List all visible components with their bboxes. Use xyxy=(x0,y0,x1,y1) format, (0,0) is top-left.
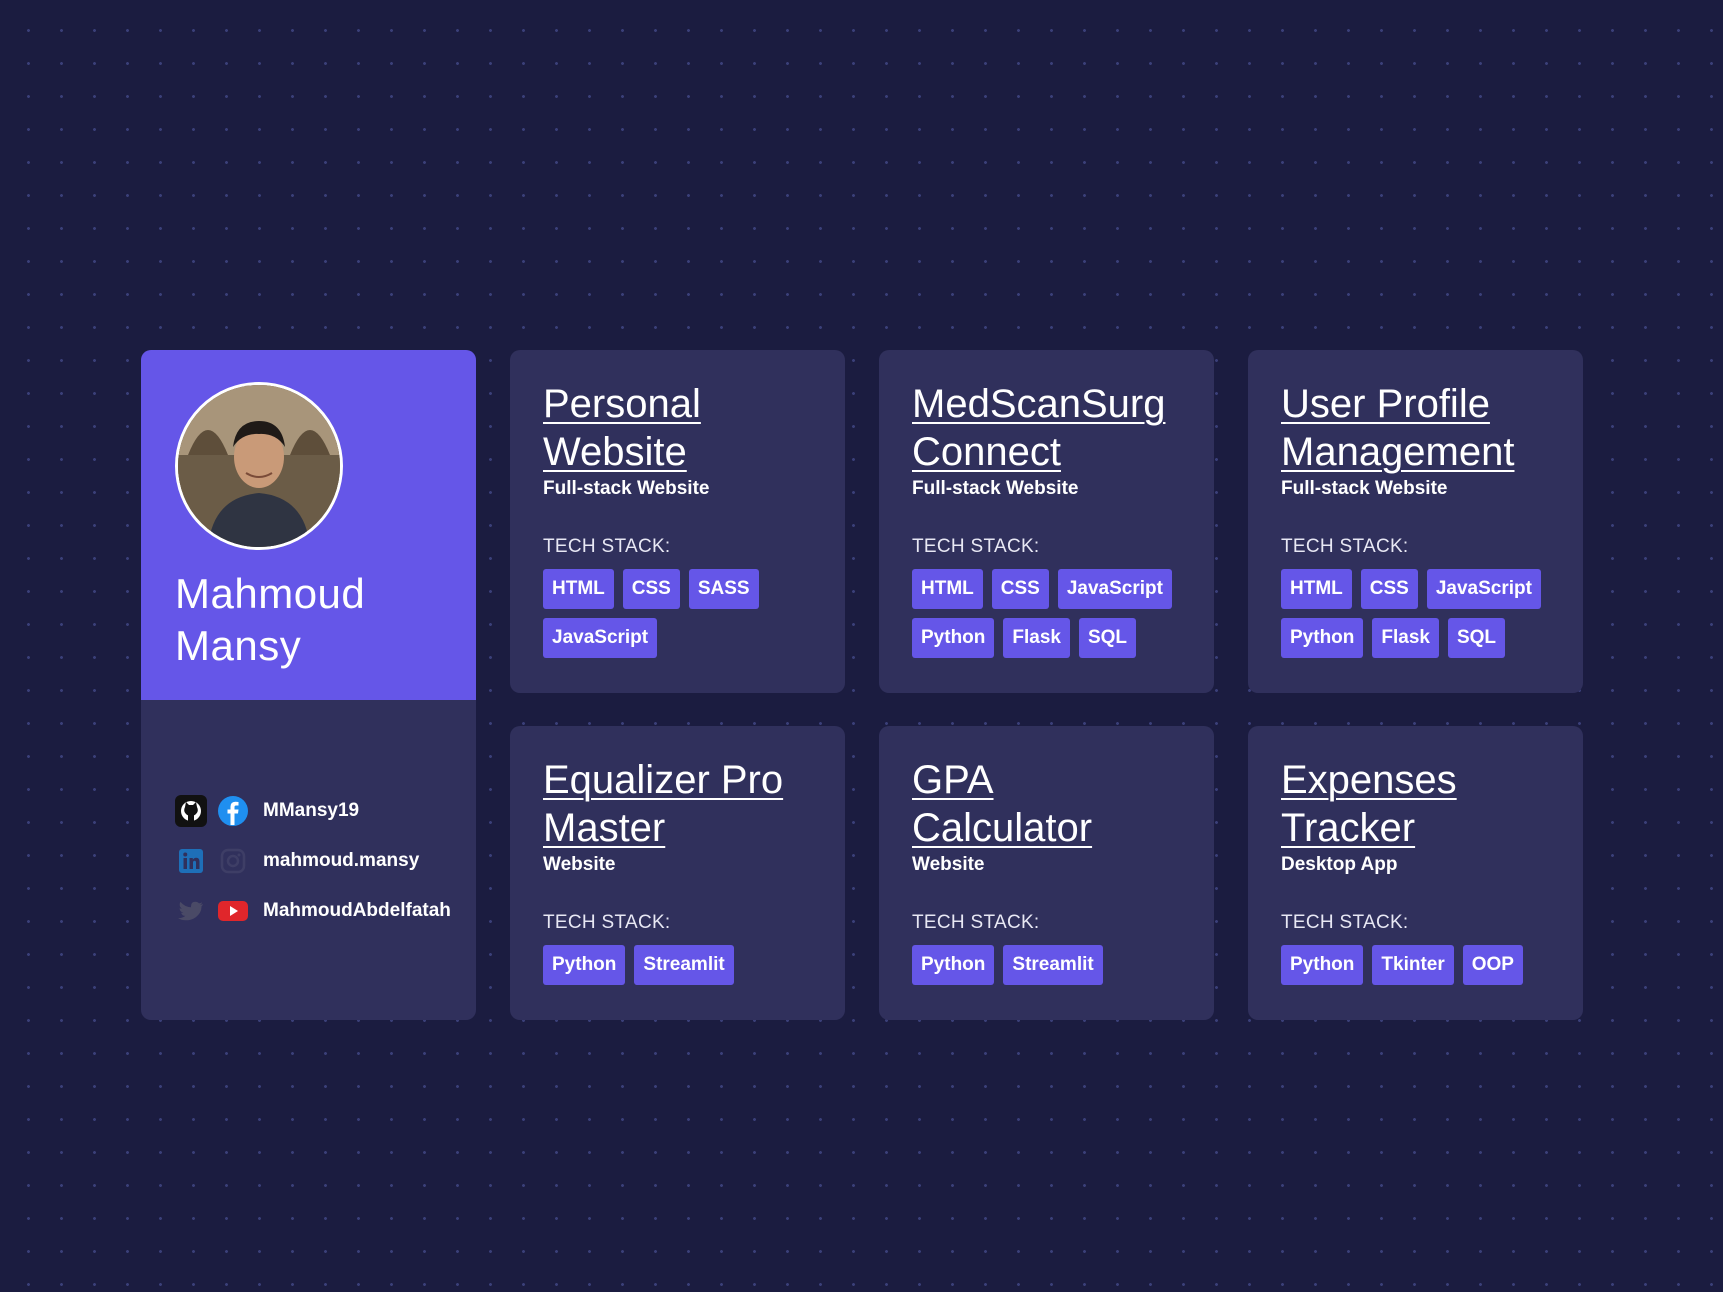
tech-tag: Tkinter xyxy=(1372,945,1454,985)
profile-card: Mahmoud Mansy MMansy19 mahmoud.mansy Mah… xyxy=(141,350,476,1020)
tech-tag: JavaScript xyxy=(543,618,658,658)
tech-tag: JavaScript xyxy=(1426,569,1541,609)
tech-stack-tags: Python Streamlit xyxy=(912,945,1181,985)
project-card-expenses-tracker: Expenses Tracker Desktop App TECH STACK:… xyxy=(1248,726,1583,1020)
profile-name: Mahmoud Mansy xyxy=(175,568,365,672)
project-type: Website xyxy=(912,854,985,875)
tech-tag: Python xyxy=(1281,945,1364,985)
project-title-link[interactable]: User Profile Management xyxy=(1281,380,1550,476)
social-handle-mahmoudabdelfatah[interactable]: MahmoudAbdelfatah xyxy=(263,900,451,922)
project-title-link[interactable]: Expenses Tracker xyxy=(1281,756,1550,852)
project-card-medscansurg-connect: MedScanSurg Connect Full-stack Website T… xyxy=(879,350,1214,693)
social-handle-mahmoud-mansy[interactable]: mahmoud.mansy xyxy=(263,850,419,872)
tech-tag: CSS xyxy=(622,569,680,609)
profile-header: Mahmoud Mansy xyxy=(141,350,476,700)
tech-stack-label: TECH STACK: xyxy=(1281,536,1409,557)
linkedin-icon[interactable] xyxy=(175,845,207,877)
project-card-personal-website: Personal Website Full-stack Website TECH… xyxy=(510,350,845,693)
tech-tag: Flask xyxy=(1372,618,1439,658)
social-handle-mmansy19[interactable]: MMansy19 xyxy=(263,800,359,822)
tech-tag: HTML xyxy=(912,569,983,609)
tech-stack-label: TECH STACK: xyxy=(912,912,1040,933)
tech-tag: HTML xyxy=(1281,569,1352,609)
tech-stack-tags: HTML CSS JavaScript Python Flask SQL xyxy=(912,569,1181,658)
tech-tag: HTML xyxy=(543,569,614,609)
tech-tag: CSS xyxy=(1360,569,1418,609)
tech-tag: Python xyxy=(912,945,995,985)
project-type: Full-stack Website xyxy=(543,478,710,499)
social-row-github-facebook: MMansy19 xyxy=(175,794,451,828)
tech-tag: Python xyxy=(912,618,995,658)
tech-stack-tags: HTML CSS SASS JavaScript xyxy=(543,569,812,658)
tech-tag: Python xyxy=(1281,618,1364,658)
tech-stack-tags: Python Tkinter OOP xyxy=(1281,945,1550,985)
tech-tag: CSS xyxy=(991,569,1049,609)
twitter-icon[interactable] xyxy=(175,895,207,927)
avatar xyxy=(175,382,343,550)
project-card-user-profile-management: User Profile Management Full-stack Websi… xyxy=(1248,350,1583,693)
profile-name-first: Mahmoud xyxy=(175,570,366,617)
project-type: Website xyxy=(543,854,616,875)
project-type: Full-stack Website xyxy=(1281,478,1448,499)
tech-tag: SQL xyxy=(1078,618,1137,658)
facebook-icon[interactable] xyxy=(217,795,249,827)
tech-stack-label: TECH STACK: xyxy=(543,536,671,557)
project-card-gpa-calculator: GPA Calculator Website TECH STACK: Pytho… xyxy=(879,726,1214,1020)
tech-tag: SASS xyxy=(688,569,759,609)
tech-tag: OOP xyxy=(1462,945,1523,985)
social-row-linkedin-instagram: mahmoud.mansy xyxy=(175,844,451,878)
tech-tag: SQL xyxy=(1447,618,1506,658)
profile-name-last: Mansy xyxy=(175,622,302,669)
tech-stack-label: TECH STACK: xyxy=(1281,912,1409,933)
project-title-link[interactable]: MedScanSurg Connect xyxy=(912,380,1181,476)
project-type: Full-stack Website xyxy=(912,478,1079,499)
project-title-link[interactable]: Equalizer Pro Master xyxy=(543,756,812,852)
project-card-equalizer-pro-master: Equalizer Pro Master Website TECH STACK:… xyxy=(510,726,845,1020)
instagram-icon[interactable] xyxy=(217,845,249,877)
tech-stack-label: TECH STACK: xyxy=(912,536,1040,557)
github-icon[interactable] xyxy=(175,795,207,827)
youtube-icon[interactable] xyxy=(217,895,249,927)
project-type: Desktop App xyxy=(1281,854,1398,875)
tech-stack-tags: HTML CSS JavaScript Python Flask SQL xyxy=(1281,569,1550,658)
tech-tag: JavaScript xyxy=(1057,569,1172,609)
project-title-link[interactable]: Personal Website xyxy=(543,380,812,476)
project-title-link[interactable]: GPA Calculator xyxy=(912,756,1181,852)
social-links: MMansy19 mahmoud.mansy MahmoudAbdelfatah xyxy=(175,794,451,944)
tech-tag: Streamlit xyxy=(1003,945,1103,985)
tech-tag: Flask xyxy=(1003,618,1070,658)
tech-tag: Python xyxy=(543,945,626,985)
tech-stack-tags: Python Streamlit xyxy=(543,945,812,985)
tech-stack-label: TECH STACK: xyxy=(543,912,671,933)
social-row-twitter-youtube: MahmoudAbdelfatah xyxy=(175,894,451,928)
portfolio-grid: Mahmoud Mansy MMansy19 mahmoud.mansy Mah… xyxy=(141,350,1583,1020)
tech-tag: Streamlit xyxy=(634,945,734,985)
